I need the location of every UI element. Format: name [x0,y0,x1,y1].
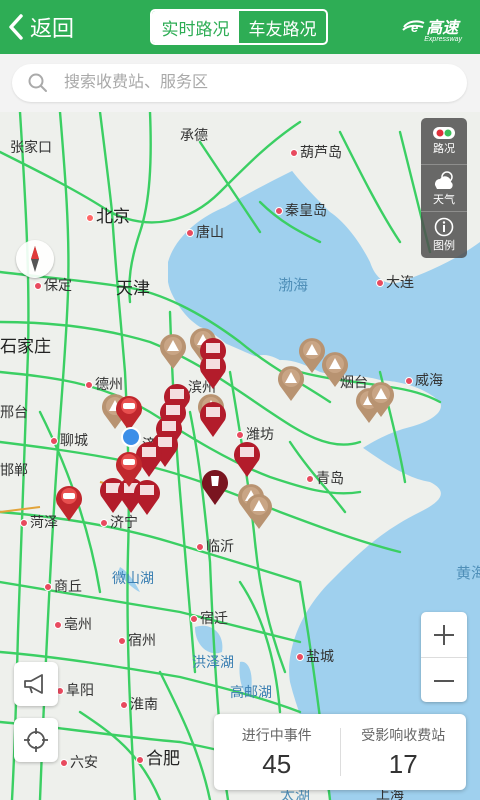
traffic-map[interactable]: 承德 张家口 葫芦岛 北京 秦皇岛 唐山 天津 渤海 大连 保定 石家庄 威海 … [0,112,480,800]
weather-layer-button[interactable]: 天气 [421,165,467,212]
search-bar-area [0,54,480,112]
compass-button[interactable] [16,240,54,278]
city-label: 亳州 [54,614,92,634]
sea-label: 黄海 [456,565,480,582]
zoom-out-button[interactable] [421,658,467,703]
city-label: 德州 [85,374,123,394]
lake-label: 洪泽湖 [192,654,234,670]
incident-pin[interactable] [200,466,230,506]
city-label: 北京 [86,202,130,227]
affected-toll-label: 受影响收费站 [361,726,446,743]
affected-toll-value: 17 [388,748,418,779]
city-label: 邯郸 [0,462,28,478]
minus-icon [434,679,454,682]
accident-pin[interactable] [114,448,144,488]
city-label: 菏泽 [20,512,58,532]
zoom-in-button[interactable] [421,612,467,658]
city-label: 宿迁 [190,608,228,628]
incident-pin[interactable] [232,438,262,478]
legend-label: 图例 [433,240,455,252]
construction-pin[interactable] [366,380,396,418]
ongoing-events-label: 进行中事件 [241,726,312,743]
city-label: 威海 [405,370,443,390]
current-location-icon [121,427,141,447]
logo-main-text: 高速 [426,20,459,37]
plus-icon [434,624,454,645]
city-label: 承德 [180,127,208,143]
zoom-control [421,612,467,702]
construction-pin[interactable] [276,364,306,402]
ongoing-events-value: 45 [262,748,292,779]
traffic-layer-label: 路况 [433,143,455,155]
lake-label: 微山湖 [112,570,154,586]
sea-label: 渤海 [278,277,309,294]
accident-pin[interactable] [54,482,84,522]
city-label: 盐城 [296,646,334,666]
weather-icon [435,171,453,189]
tab-realtime-traffic[interactable]: 实时路况 [152,11,239,43]
top-bar: 返回 实时路况 车友路况 e 高速 Expressway [0,0,480,54]
city-label: 合肥 [136,744,180,769]
incident-pin[interactable] [198,398,228,438]
city-label: 大连 [376,272,414,292]
locate-button[interactable] [14,718,58,762]
legend-button[interactable]: 图例 [421,212,467,258]
traffic-light-icon [433,127,455,139]
incident-pin[interactable] [198,350,228,390]
construction-pin[interactable] [320,350,350,388]
megaphone-icon [24,674,43,694]
map-side-controls: 路况 天气 图例 [421,118,467,258]
weather-layer-label: 天气 [433,194,455,206]
traffic-mode-tabs: 实时路况 车友路况 [150,9,328,45]
city-label: 秦皇岛 [275,200,327,220]
city-label: 淮南 [120,694,158,714]
info-icon [434,217,454,237]
city-label: 宿州 [118,630,156,650]
logo-sub-text: Expressway [424,36,462,43]
ongoing-events-stat: 进行中事件 45 [214,714,340,790]
incident-stats-card[interactable]: 进行中事件 45 受影响收费站 17 [214,714,466,790]
construction-pin[interactable] [158,332,188,370]
affected-toll-stat: 受影响收费站 17 [341,714,467,790]
e-logo-icon: e [402,20,425,35]
city-label: 临沂 [196,536,234,556]
city-label: 张家口 [10,139,52,155]
construction-pin[interactable] [244,492,274,530]
search-icon [28,73,47,92]
back-label: 返回 [30,16,75,41]
city-label: 唐山 [186,222,224,242]
back-button[interactable]: 返回 [8,10,74,44]
search-input[interactable] [62,73,426,93]
app-logo: e 高速 Expressway [402,14,462,43]
city-label: 邢台 [0,404,28,420]
city-label: 聊城 [50,430,88,450]
city-label: 保定 [34,275,72,295]
city-label: 阜阳 [56,680,94,700]
city-label: 葫芦岛 [290,142,342,162]
traffic-layer-button[interactable]: 路况 [421,118,467,165]
lake-label: 高邮湖 [230,684,272,700]
city-label: 六安 [60,752,98,772]
crosshair-icon [24,728,48,752]
search-box[interactable] [12,64,467,102]
chevron-left-icon [9,14,23,40]
city-label: 青岛 [306,468,344,488]
svg-text:e: e [411,20,418,35]
tab-community-traffic[interactable]: 车友路况 [239,11,326,43]
city-label: 商丘 [44,576,82,596]
broadcast-button[interactable] [14,662,58,706]
compass-icon [31,246,39,272]
city-label: 石家庄 [0,337,51,356]
city-label: 天津 [116,279,150,298]
